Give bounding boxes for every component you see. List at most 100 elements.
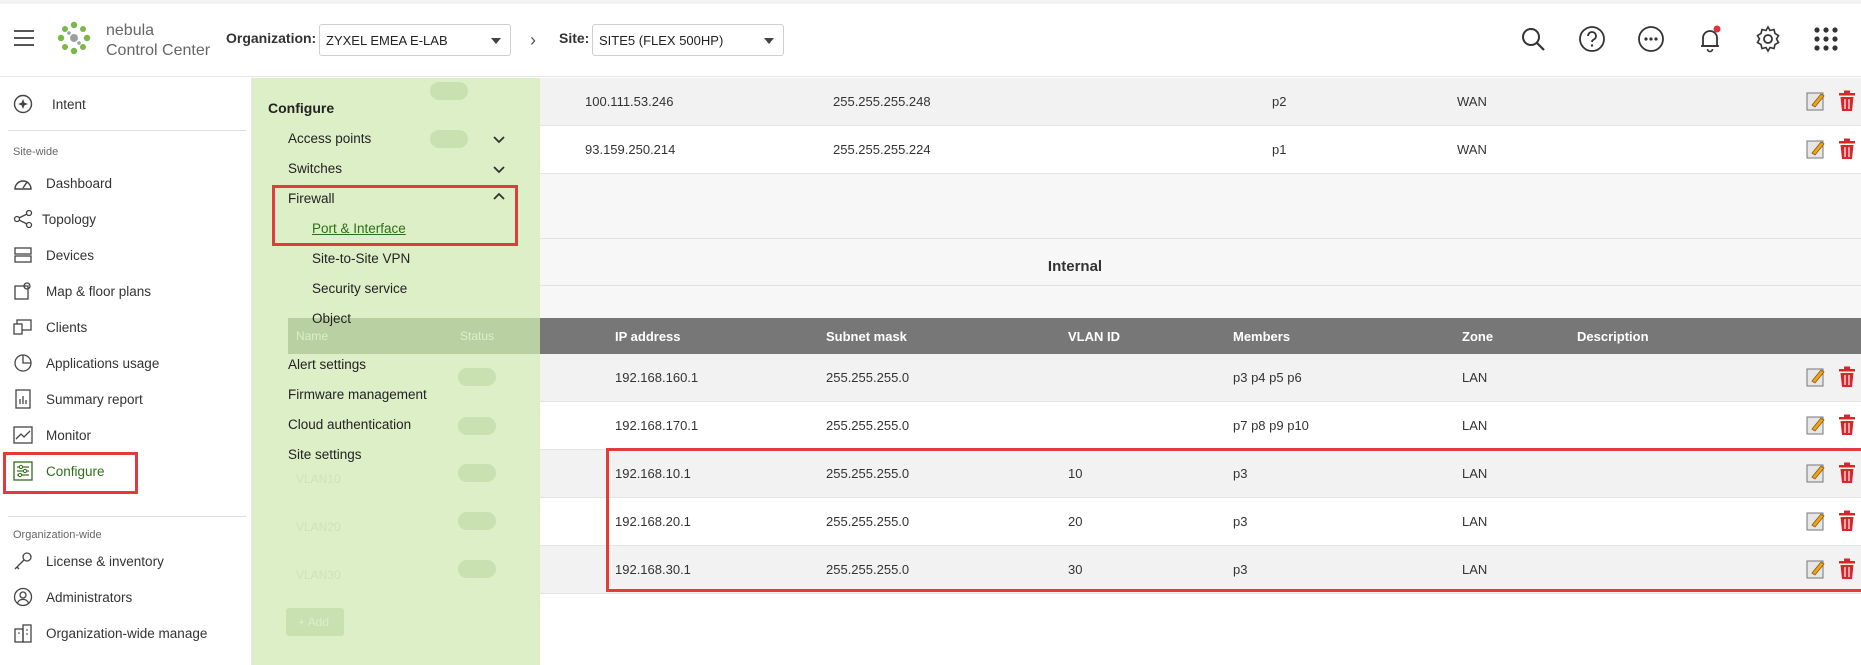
edit-icon[interactable] [1806,414,1826,436]
buildings-icon [12,622,34,644]
notification-icon[interactable] [1695,24,1725,54]
menu-item-firewall[interactable]: Firewall [288,191,335,206]
edit-icon[interactable] [1806,510,1826,532]
table-row: 100.111.53.246 255.255.255.248 p2 WAN [540,78,1861,126]
settings-icon[interactable] [1753,24,1783,54]
ghost-toggle [458,368,496,386]
sidebar-item-org-wide-manage[interactable]: Organization-wide manage [12,618,207,648]
ghost-vlan10: VLAN10 [296,472,341,486]
apps-grid-icon[interactable] [1811,24,1841,54]
zone-cell: LAN [1462,370,1488,385]
clients-icon [12,316,34,338]
menu-item-site-settings[interactable]: Site settings [288,447,362,462]
edit-icon[interactable] [1806,462,1826,484]
divider [540,238,1861,239]
organization-label: Organization: [226,30,317,46]
menu-item-alert-settings[interactable]: Alert settings [288,357,366,372]
help-icon[interactable] [1577,24,1607,54]
sidebar-item-devices[interactable]: Devices [12,240,94,270]
ip-cell: 192.168.170.1 [615,418,699,433]
flyout-title: Configure [268,100,335,116]
delete-icon[interactable] [1837,462,1857,484]
sidebar-item-dashboard[interactable]: Dashboard [12,168,112,198]
sidebar-item-label: License & inventory [46,553,164,569]
delete-icon[interactable] [1837,138,1857,160]
chevron-down-icon[interactable] [492,165,506,175]
chevron-down-icon[interactable] [492,135,506,145]
menu-item-switches[interactable]: Switches [288,161,342,176]
sidebar-item-topology[interactable]: Topology [12,204,96,234]
menu-item-port-interface[interactable]: Port & Interface [312,221,406,236]
delete-icon[interactable] [1837,366,1857,388]
menu-item-cloud-authentication[interactable]: Cloud authentication [288,417,411,432]
sidebar-item-label: Map & floor plans [46,283,152,299]
mask-cell: 255.255.255.0 [826,562,910,577]
sidebar-item-monitor[interactable]: Monitor [12,420,91,450]
top-header: nebula Control Center Organization: ZYXE… [0,0,1861,77]
internal-section-title: Internal [1047,258,1103,275]
sidebar-item-license-inventory[interactable]: License & inventory [12,546,164,576]
vlan-cell: 10 [1068,466,1083,481]
zone-cell: LAN [1462,418,1488,433]
mask-cell: 255.255.255.0 [826,514,910,529]
dashboard-icon [12,172,34,194]
sidebar-item-administrators[interactable]: Administrators [12,582,132,612]
sidebar-item-configure[interactable]: Configure [12,456,105,486]
sidebar-item-summary-report[interactable]: Summary report [12,384,143,414]
header-top-strip [0,0,1861,4]
edit-icon[interactable] [1806,558,1826,580]
site-select[interactable]: SITE5 (FLEX 500HP) [592,24,784,56]
ghost-toggle [458,417,496,435]
menu-item-object[interactable]: Object [312,311,351,326]
hamburger-menu-icon[interactable] [14,30,34,46]
configure-sliders-icon [12,460,34,482]
members-cell: p3 [1233,514,1248,529]
monitor-icon [12,424,34,446]
edit-icon[interactable] [1806,90,1826,112]
mask-cell: 255.255.255.224 [833,142,931,157]
sidebar-item-intent[interactable]: Intent [12,89,86,119]
column-header-members: Members [1233,329,1291,344]
main-content: 100.111.53.246 255.255.255.248 p2 WAN 93… [540,78,1861,665]
ghost-status-header: Status [460,329,495,343]
chevron-up-icon[interactable] [492,191,506,201]
menu-item-firmware-management[interactable]: Firmware management [288,387,427,402]
sidebar-item-map-floor-plans[interactable]: Map & floor plans [12,276,151,306]
delete-icon[interactable] [1837,558,1857,580]
search-icon[interactable] [1518,24,1548,54]
column-header-vlan: VLAN ID [1068,329,1120,344]
sidebar-item-label: Configure [46,463,105,479]
organization-select[interactable]: ZYXEL EMEA E-LAB [319,24,511,56]
edit-icon[interactable] [1806,366,1826,388]
column-header-mask: Subnet mask [826,329,907,344]
mask-cell: 255.255.255.0 [826,370,910,385]
sidebar-item-label: Clients [46,319,88,335]
ip-cell: 100.111.53.246 [585,94,674,109]
chevron-down-icon [764,38,774,44]
delete-icon[interactable] [1837,510,1857,532]
menu-item-access-points[interactable]: Access points [288,131,371,146]
delete-icon[interactable] [1837,414,1857,436]
chevron-down-icon [491,38,501,44]
sidebar-item-label: Summary report [46,391,143,407]
chevron-right-icon: › [530,30,536,50]
intent-icon [12,93,34,115]
mask-cell: 255.255.255.0 [826,466,910,481]
report-icon [12,388,34,410]
table-row: 192.168.20.1 255.255.255.0 20 p3 LAN [540,498,1861,546]
sidebar-item-clients[interactable]: Clients [12,312,87,342]
table-row: 192.168.170.1 255.255.255.0 p7 p8 p9 p10… [540,402,1861,450]
more-icon[interactable] [1636,24,1666,54]
pie-chart-icon [12,352,34,374]
menu-item-site-to-site-vpn[interactable]: Site-to-Site VPN [312,251,410,266]
vlan-cell: 30 [1068,562,1083,577]
sidebar-item-label: Administrators [46,589,133,605]
members-cell: p1 [1272,142,1287,157]
ip-cell: 192.168.30.1 [615,562,691,577]
sidebar-item-applications-usage[interactable]: Applications usage [12,348,159,378]
menu-item-security-service[interactable]: Security service [312,281,407,296]
ghost-add-label: + Add [298,615,330,629]
edit-icon[interactable] [1806,138,1826,160]
divider [8,516,246,517]
delete-icon[interactable] [1837,90,1857,112]
